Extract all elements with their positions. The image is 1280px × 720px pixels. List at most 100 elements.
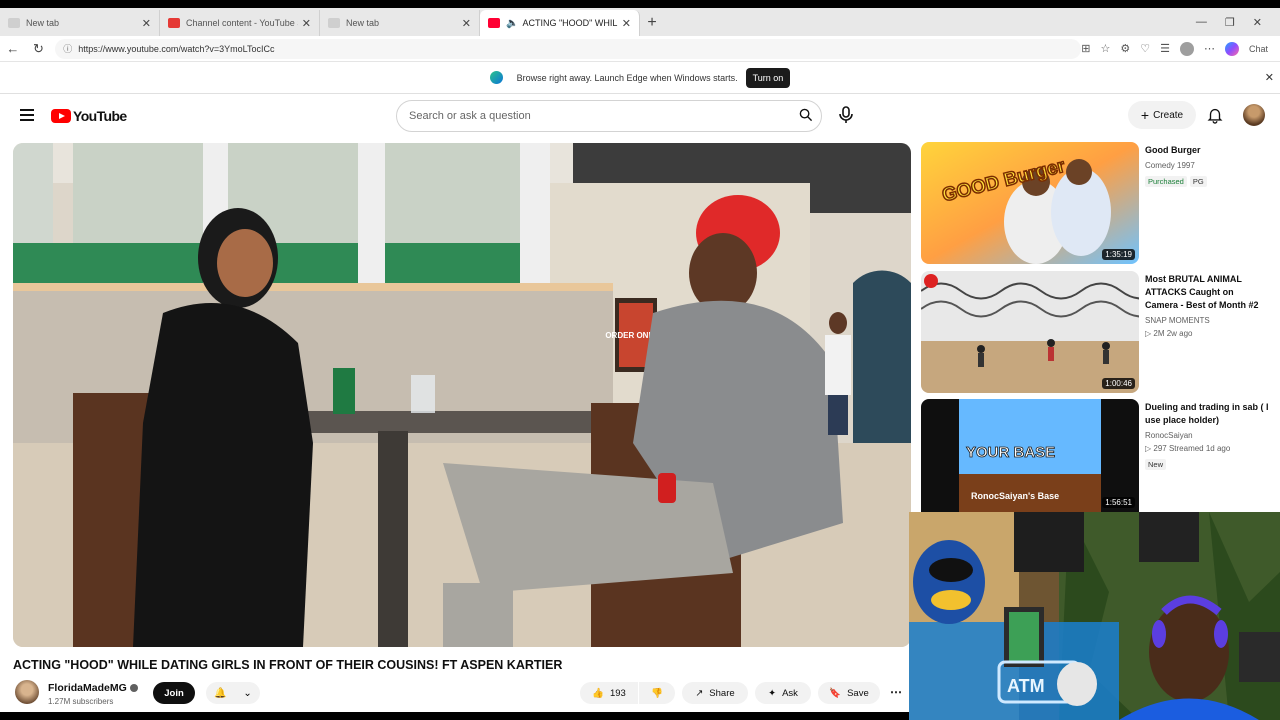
turn-on-button[interactable]: Turn on	[745, 67, 791, 88]
browser-tab-bar: New tab ✕ Channel content - YouTube Stud…	[0, 8, 1280, 36]
webcam-atm-sign: ATM	[1007, 676, 1045, 696]
thumbnail-base-subtext: RonocSaiyan's Base	[971, 491, 1059, 501]
microphone-icon[interactable]	[836, 105, 856, 125]
ask-button[interactable]: ✦ Ask	[755, 682, 811, 704]
channel-avatar[interactable]	[15, 680, 39, 704]
channel-name: FloridaMadeMG	[48, 682, 127, 694]
animal-attacks-thumbnail-art	[921, 271, 1139, 393]
tab-new-2[interactable]: New tab ✕	[320, 10, 480, 36]
thumbs-down-icon: 👎	[651, 687, 663, 699]
restore-icon[interactable]: ❐	[1225, 16, 1235, 29]
screen-border-top	[0, 0, 1280, 8]
video-player[interactable]: ORDER ONLINE	[13, 143, 911, 647]
join-button[interactable]: Join	[153, 682, 195, 704]
settings-more-icon[interactable]: ⋯	[1204, 42, 1215, 55]
save-button[interactable]: 🔖 Save	[818, 682, 880, 704]
recommendation-title[interactable]: Good Burger	[1145, 144, 1269, 157]
recommendation-title[interactable]: Dueling and trading in sab ( I use place…	[1145, 401, 1269, 427]
tab-youtube-studio[interactable]: Channel content - YouTube Studio ✕	[160, 10, 320, 36]
share-label: Share	[709, 687, 735, 699]
new-tab-button[interactable]: +	[640, 10, 664, 36]
tab-label: New tab	[346, 18, 380, 28]
recommendation-title[interactable]: Most BRUTAL ANIMAL ATTACKS Caught on Cam…	[1145, 273, 1269, 312]
more-actions-icon[interactable]: ⋯	[890, 685, 902, 699]
video-thumbnail[interactable]: YOUR BASE RonocSaiyan's Base 1:56:51	[921, 399, 1139, 512]
new-badge: New	[1145, 459, 1167, 470]
account-avatar[interactable]	[1243, 104, 1265, 126]
good-burger-thumbnail-art: GOOD Burger	[921, 142, 1139, 264]
close-tab-icon[interactable]: ✕	[302, 17, 311, 30]
sab-base-thumbnail-art: YOUR BASE RonocSaiyan's Base	[921, 399, 1139, 512]
recommendation-info: Good Burger Comedy 1997 Purchased PG	[1145, 144, 1269, 189]
search-placeholder: Search or ask a question	[409, 110, 531, 122]
recommendation-item[interactable]: GOOD Burger 1:35:19 Good Burger Comedy 1…	[921, 142, 1271, 264]
duration-badge: 1:35:19	[1102, 249, 1135, 260]
channel-name-link[interactable]: FloridaMadeMG	[48, 682, 138, 694]
newtab-icon	[328, 18, 340, 28]
recommendation-item[interactable]: 1:00:46 Most BRUTAL ANIMAL ATTACKS Caugh…	[921, 271, 1271, 393]
recommendation-stats: ▷ 297 Streamed 1d ago	[1145, 444, 1231, 453]
bell-icon: 🔔	[214, 687, 227, 699]
video-thumbnail[interactable]: GOOD Burger 1:35:19	[921, 142, 1139, 264]
url-field[interactable]: ⓘ https://www.youtube.com/watch?v=3YmoLT…	[55, 38, 1082, 59]
favorite-star-icon[interactable]: ☆	[1100, 42, 1110, 55]
recommendation-channel[interactable]: SNAP MOMENTS	[1145, 315, 1269, 326]
tab-label: ACTING "HOOD" WHILE DATIN	[522, 18, 618, 28]
chevron-down-icon: ⌄	[243, 687, 252, 699]
youtube-header: YouTube Search or ask a question + Creat…	[0, 96, 1280, 138]
extensions-icon[interactable]: ⚙	[1120, 42, 1130, 55]
create-button[interactable]: + Create	[1128, 101, 1196, 129]
url-text: https://www.youtube.com/watch?v=3YmoLToc…	[78, 43, 275, 54]
speaker-icon[interactable]: 🔈	[506, 18, 518, 29]
rating-badge: PG	[1189, 176, 1207, 187]
browser-essentials-icon[interactable]: ♡	[1140, 42, 1150, 55]
like-count: 193	[609, 687, 626, 699]
refresh-icon[interactable]: ↻	[26, 41, 52, 57]
infobar-close-icon[interactable]: ✕	[1265, 71, 1274, 84]
youtube-play-icon	[51, 109, 71, 123]
recommendation-info: Dueling and trading in sab ( I use place…	[1145, 401, 1269, 472]
back-icon[interactable]: ←	[0, 41, 26, 56]
dislike-button[interactable]: 👎	[639, 682, 675, 704]
youtube-logo[interactable]: YouTube	[51, 108, 127, 124]
youtube-studio-icon	[168, 18, 180, 28]
search-input[interactable]: Search or ask a question	[396, 100, 822, 132]
share-arrow-icon: ↗	[695, 687, 704, 699]
duration-badge: 1:56:51	[1102, 497, 1135, 508]
profile-icon[interactable]	[1179, 41, 1194, 56]
webcam-feed: ATM	[909, 512, 1280, 720]
hamburger-menu-icon[interactable]	[20, 109, 34, 121]
video-thumbnail[interactable]: 1:00:46	[921, 271, 1139, 393]
copilot-icon[interactable]	[1224, 41, 1239, 56]
tab-label: New tab	[26, 18, 60, 28]
collections-icon[interactable]: ☰	[1160, 42, 1170, 55]
notifications-bell-icon[interactable]	[1206, 106, 1224, 124]
close-tab-icon[interactable]: ✕	[622, 17, 631, 30]
split-screen-icon[interactable]: ⊞	[1081, 42, 1090, 55]
screen: { "browser": { "tabs": [ {"label": "New …	[0, 0, 1280, 720]
duration-badge: 1:00:46	[1102, 378, 1135, 389]
chat-label[interactable]: Chat	[1249, 44, 1268, 54]
ask-label: Ask	[782, 687, 798, 699]
minimize-icon[interactable]: —	[1196, 16, 1207, 28]
subscribed-notifications-button[interactable]: 🔔 ⌄	[206, 682, 260, 704]
purchased-badge: Purchased	[1145, 176, 1187, 187]
close-tab-icon[interactable]: ✕	[142, 17, 151, 30]
close-tab-icon[interactable]: ✕	[462, 17, 471, 30]
edge-startup-infobar: Browse right away. Launch Edge when Wind…	[0, 62, 1280, 94]
recommendation-channel[interactable]: RonocSaiyan	[1145, 430, 1269, 441]
tab-label: Channel content - YouTube Studio	[186, 18, 298, 28]
share-button[interactable]: ↗ Share	[682, 682, 748, 704]
recommendation-stats: ▷ 2M 2w ago	[1145, 329, 1193, 338]
screen-border-bottom	[0, 712, 909, 720]
recommendation-item[interactable]: YOUR BASE RonocSaiyan's Base 1:56:51 Due…	[921, 399, 1271, 512]
close-window-icon[interactable]: ✕	[1253, 16, 1262, 29]
search-icon[interactable]	[799, 108, 813, 122]
tab-youtube-video[interactable]: 🔈 ACTING "HOOD" WHILE DATIN ✕	[480, 10, 640, 36]
youtube-logo-text: YouTube	[73, 108, 127, 124]
webcam-overlay: ATM	[909, 512, 1280, 720]
tab-new-1[interactable]: New tab ✕	[0, 10, 160, 36]
site-info-icon[interactable]: ⓘ	[63, 42, 72, 55]
channel-action-row: FloridaMadeMG 1.27M subscribers Join 🔔 ⌄…	[13, 680, 908, 710]
like-button[interactable]: 👍 193	[580, 682, 638, 704]
